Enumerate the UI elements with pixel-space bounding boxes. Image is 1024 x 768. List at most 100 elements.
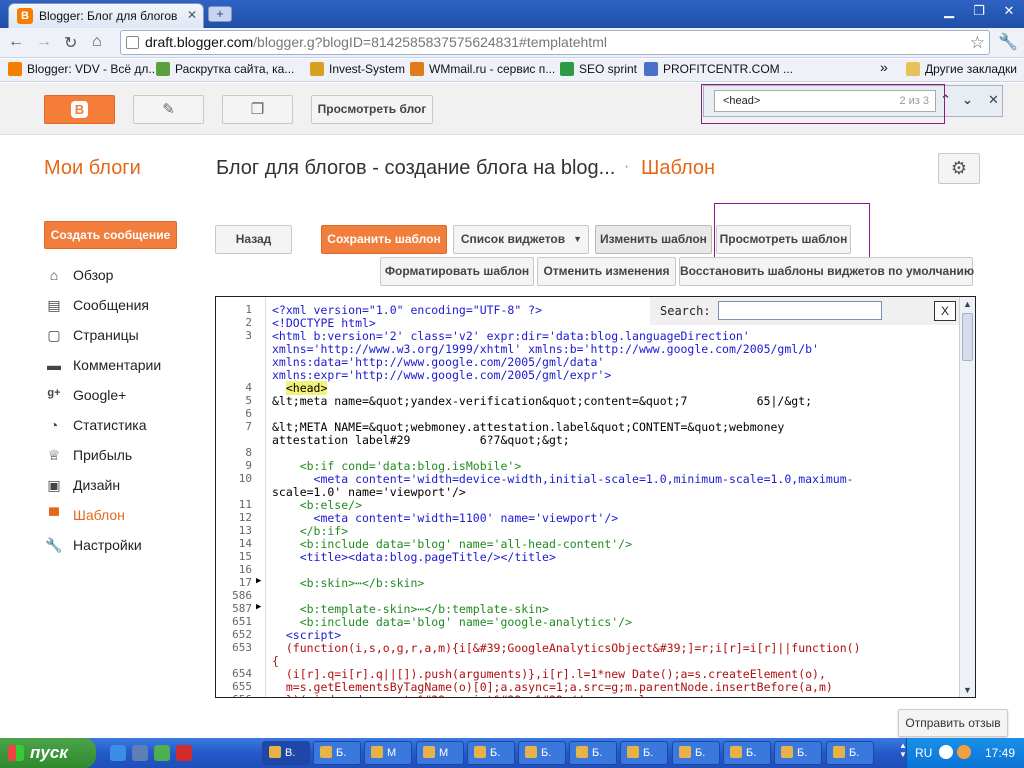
new-tab-button[interactable]: + xyxy=(208,6,232,22)
new-post-button[interactable]: ✎ xyxy=(133,95,204,124)
editor-search-close-button[interactable]: X xyxy=(934,301,956,321)
taskbar-task[interactable]: Б. xyxy=(313,741,361,765)
start-button[interactable]: пуск xyxy=(0,738,96,768)
bookmark-item[interactable]: Blogger: VDV - Всё дл... xyxy=(8,62,158,76)
task-app-icon xyxy=(576,746,588,758)
my-blogs-link[interactable]: Мои блоги xyxy=(44,157,141,180)
language-indicator[interactable]: RU xyxy=(915,746,932,760)
address-bar[interactable]: draft.blogger.com/blogger.g?blogID=81425… xyxy=(120,30,990,55)
view-blog-button[interactable]: Просмотреть блог xyxy=(311,95,433,124)
taskbar-task[interactable]: Б. xyxy=(467,741,515,765)
send-feedback-button[interactable]: Отправить отзыв xyxy=(898,709,1008,737)
fold-arrow-icon[interactable]: ▶ xyxy=(256,602,261,612)
create-post-button[interactable]: Создать сообщение xyxy=(44,221,177,249)
back-button[interactable]: Назад xyxy=(215,225,292,254)
tray-app-icon[interactable] xyxy=(957,745,971,759)
opera-icon[interactable] xyxy=(176,745,192,761)
find-next-icon[interactable]: ⌄ xyxy=(962,92,973,108)
chrome-icon[interactable] xyxy=(154,745,170,761)
reload-icon[interactable]: ↻ xyxy=(64,33,77,53)
dropdown-arrow-icon: ▼ xyxy=(573,234,582,244)
tab-title: Blogger: Блог для блогов - ... xyxy=(39,9,179,23)
desktop-icon[interactable] xyxy=(132,745,148,761)
line-number: 655 xyxy=(232,680,252,693)
bookmark-item[interactable]: Invest-System xyxy=(310,62,405,76)
blogger-logo-button[interactable]: B xyxy=(44,95,115,124)
windows-logo-icon xyxy=(8,745,24,761)
sidebar-item-overview[interactable]: ⌂ Обзор xyxy=(44,265,114,285)
bookmarks-overflow-chevron[interactable]: » xyxy=(880,59,888,75)
forward-arrow-icon[interactable]: → xyxy=(36,33,52,51)
taskbar-task[interactable]: Б. xyxy=(826,741,874,765)
ie-icon[interactable] xyxy=(110,745,126,761)
code-text: <b:skin>⋯</b:skin> xyxy=(272,576,425,590)
tray-scroll-icon[interactable]: ▲ ▼ xyxy=(899,741,907,759)
code-area[interactable]: 1 <?xml version="1.0" encoding="UTF-8" ?>… xyxy=(216,297,958,697)
revert-changes-button[interactable]: Отменить изменения xyxy=(537,257,676,286)
sidebar-item-template[interactable]: ▀ Шаблон xyxy=(44,505,125,525)
bookmark-item[interactable]: Раскрутка сайта, ка... xyxy=(156,62,294,76)
sidebar-item-posts[interactable]: ▤ Сообщения xyxy=(44,295,149,315)
scroll-thumb[interactable] xyxy=(962,313,973,361)
sidebar-item-stats[interactable]: ◔ Статистика xyxy=(44,415,147,435)
sidebar-item-googleplus[interactable]: g+ Google+ xyxy=(44,385,126,405)
settings-gear-button[interactable]: ⚙ xyxy=(938,153,980,184)
taskbar-task[interactable]: B. xyxy=(262,741,310,765)
code-text: <b:template-skin>⋯</b:template-skin> xyxy=(272,602,549,616)
sidebar-item-earnings[interactable]: ♕ Прибыль xyxy=(44,445,133,465)
other-bookmarks[interactable]: Другие закладки xyxy=(906,62,1017,76)
find-close-icon[interactable]: ✕ xyxy=(988,92,999,108)
scroll-down-icon[interactable]: ▼ xyxy=(963,685,972,695)
fold-arrow-icon[interactable]: ▶ xyxy=(256,576,261,586)
edit-template-button[interactable]: Изменить шаблон xyxy=(595,225,712,254)
close-window-icon[interactable]: ✕ xyxy=(998,2,1020,20)
bookmark-star-icon[interactable]: ☆ xyxy=(970,31,985,54)
minimize-icon[interactable]: ▁ xyxy=(938,2,960,20)
back-arrow-icon[interactable]: ← xyxy=(8,33,24,51)
comments-icon: ▬ xyxy=(47,357,61,373)
line-number: 652 xyxy=(232,628,252,641)
home-icon[interactable]: ⌂ xyxy=(92,33,102,51)
wrench-menu-icon[interactable]: 🔧 xyxy=(998,32,1018,52)
clock: 17:49 xyxy=(985,746,1016,760)
scroll-up-icon[interactable]: ▲ xyxy=(963,299,972,309)
save-template-button[interactable]: Сохранить шаблон xyxy=(321,225,447,254)
tray-app-icon[interactable] xyxy=(939,745,953,759)
sidebar-item-comments[interactable]: ▬ Комментарии xyxy=(44,355,161,375)
tab-close-icon[interactable]: ✕ xyxy=(187,8,197,22)
taskbar-task[interactable]: Б. xyxy=(723,741,771,765)
widgets-list-dropdown[interactable]: Список виджетов ▼ xyxy=(453,225,589,254)
format-template-button[interactable]: Форматировать шаблон xyxy=(380,257,534,286)
editor-search-input[interactable] xyxy=(718,301,882,320)
restore-widget-templates-button[interactable]: Восстановить шаблоны виджетов по умолчан… xyxy=(679,257,974,286)
taskbar-task[interactable]: М xyxy=(416,741,464,765)
template-code-editor[interactable]: 1 <?xml version="1.0" encoding="UTF-8" ?>… xyxy=(215,296,976,698)
bookmark-item[interactable]: PROFITCENTR.COM ... xyxy=(644,62,793,76)
documents-icon: ❐ xyxy=(250,101,265,118)
pencil-icon: ✎ xyxy=(162,101,175,118)
layout-icon: ▣ xyxy=(47,477,61,493)
taskbar-task[interactable]: Б. xyxy=(569,741,617,765)
posts-list-button[interactable]: ❐ xyxy=(222,95,293,124)
sidebar-item-pages[interactable]: ▢ Страницы xyxy=(44,325,138,345)
bookmark-item[interactable]: WMmail.ru - сервис п... xyxy=(410,62,555,76)
code-text: { xyxy=(272,654,279,668)
stats-icon: ◔ xyxy=(49,417,59,433)
line-number: 17 xyxy=(238,576,252,589)
editor-scrollbar[interactable]: ▲ ▼ xyxy=(959,297,975,697)
taskbar-task[interactable]: Б. xyxy=(620,741,668,765)
posts-icon: ▤ xyxy=(47,297,61,313)
sidebar-item-layout[interactable]: ▣ Дизайн xyxy=(44,475,120,495)
restore-icon[interactable]: ❐ xyxy=(968,2,990,20)
line-number: 3 xyxy=(245,329,252,342)
bookmark-item[interactable]: SEO sprint xyxy=(560,62,637,76)
taskbar-task[interactable]: Б. xyxy=(518,741,566,765)
taskbar-task[interactable]: М xyxy=(364,741,412,765)
taskbar-task[interactable]: Б. xyxy=(672,741,720,765)
line-number: 15 xyxy=(238,550,252,563)
taskbar-task[interactable]: Б. xyxy=(774,741,822,765)
code-text: scale=1.0' name='viewport'/> xyxy=(272,485,466,499)
code-text: })(window,document,&#39;script&#39;,&#39… xyxy=(272,693,660,697)
browser-tab[interactable]: B Blogger: Блог для блогов - ... ✕ xyxy=(8,3,204,28)
sidebar-item-settings[interactable]: 🔧 Настройки xyxy=(44,535,141,555)
